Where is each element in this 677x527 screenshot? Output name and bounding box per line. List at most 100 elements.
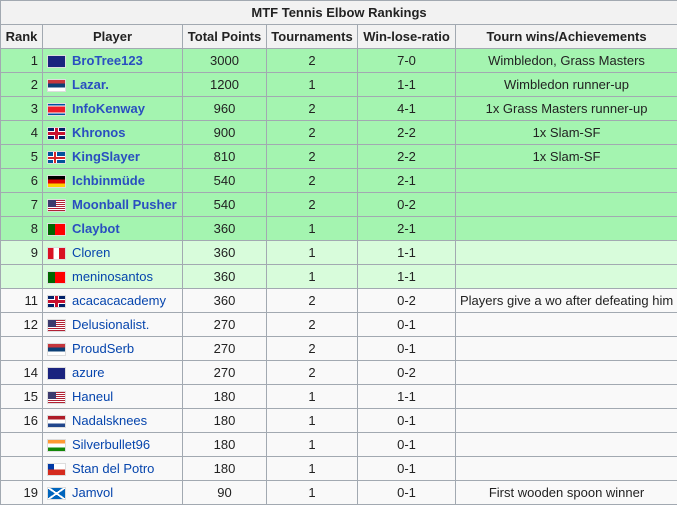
table-row: 15 Haneul 180 1 1-1 — [0, 384, 677, 409]
player-link[interactable]: Silverbullet96 — [72, 437, 150, 452]
player-cell: Stan del Potro — [42, 456, 183, 481]
ratio-cell: 0-2 — [357, 360, 456, 385]
ratio-cell: 0-1 — [357, 432, 456, 457]
rank-cell: 6 — [0, 168, 43, 193]
achievements-cell: 1x Slam-SF — [454, 144, 677, 169]
player-cell: Silverbullet96 — [42, 432, 183, 457]
flag-icon — [47, 295, 66, 309]
achievements-cell — [454, 216, 677, 241]
table-row: 6 Ichbinmüde 540 2 2-1 — [0, 168, 677, 193]
table-row: 12 Delusionalist. 270 2 0-1 — [0, 312, 677, 337]
player-cell: ProudSerb — [42, 336, 183, 361]
player-link[interactable]: Delusionalist. — [72, 317, 149, 332]
achievements-cell — [454, 360, 677, 385]
tournaments-cell: 2 — [266, 360, 358, 385]
points-cell: 180 — [182, 456, 267, 481]
achievements-cell — [454, 432, 677, 457]
player-link[interactable]: InfoKenway — [72, 101, 145, 116]
header-rank: Rank — [0, 24, 43, 49]
flag-icon — [47, 367, 66, 381]
header-ratio: Win-lose-ratio — [357, 24, 456, 49]
player-link[interactable]: Khronos — [72, 125, 125, 140]
table-row: 2 Lazar. 1200 1 1-1 Wimbledon runner-up — [0, 72, 677, 97]
player-link[interactable]: azure — [72, 365, 105, 380]
flag-icon — [47, 127, 66, 141]
flag-icon — [47, 439, 66, 453]
player-link[interactable]: meninosantos — [72, 269, 153, 284]
rank-cell: 12 — [0, 312, 43, 337]
player-cell: Claybot — [42, 216, 183, 241]
points-cell: 90 — [182, 480, 267, 505]
achievements-cell — [454, 264, 677, 289]
ratio-cell: 1-1 — [357, 264, 456, 289]
points-cell: 360 — [182, 288, 267, 313]
tournaments-cell: 1 — [266, 264, 358, 289]
points-cell: 360 — [182, 264, 267, 289]
points-cell: 1200 — [182, 72, 267, 97]
player-link[interactable]: Ichbinmüde — [72, 173, 145, 188]
player-cell: Delusionalist. — [42, 312, 183, 337]
ratio-cell: 0-1 — [357, 312, 456, 337]
achievements-cell — [454, 168, 677, 193]
player-link[interactable]: Claybot — [72, 221, 120, 236]
achievements-cell: First wooden spoon winner — [454, 480, 677, 505]
player-link[interactable]: KingSlayer — [72, 149, 140, 164]
points-cell: 3000 — [182, 48, 267, 73]
flag-icon — [47, 487, 66, 501]
table-row: 8 Claybot 360 1 2-1 — [0, 216, 677, 241]
ratio-cell: 2-1 — [357, 216, 456, 241]
player-cell: acacacacademy — [42, 288, 183, 313]
player-cell: Lazar. — [42, 72, 183, 97]
achievements-cell — [454, 240, 677, 265]
table-row: 19 Jamvol 90 1 0-1 First wooden spoon wi… — [0, 480, 677, 505]
tournaments-cell: 1 — [266, 240, 358, 265]
flag-icon — [47, 391, 66, 405]
ratio-cell: 0-1 — [357, 480, 456, 505]
tournaments-cell: 2 — [266, 144, 358, 169]
ratio-cell: 1-1 — [357, 72, 456, 97]
player-link[interactable]: acacacacademy — [72, 293, 166, 308]
player-cell: BroTree123 — [42, 48, 183, 73]
flag-icon — [47, 247, 66, 261]
player-cell: InfoKenway — [42, 96, 183, 121]
player-link[interactable]: Jamvol — [72, 485, 113, 500]
table-row: 5 KingSlayer 810 2 2-2 1x Slam-SF — [0, 144, 677, 169]
player-cell: meninosantos — [42, 264, 183, 289]
player-cell: Khronos — [42, 120, 183, 145]
player-link[interactable]: Moonball Pusher — [72, 197, 177, 212]
ratio-cell: 1-1 — [357, 240, 456, 265]
achievements-cell: Wimbledon, Grass Masters — [454, 48, 677, 73]
ratio-cell: 0-1 — [357, 336, 456, 361]
table-row: 9 Cloren 360 1 1-1 — [0, 240, 677, 265]
points-cell: 360 — [182, 216, 267, 241]
rank-cell: 4 — [0, 120, 43, 145]
points-cell: 900 — [182, 120, 267, 145]
player-link[interactable]: Stan del Potro — [72, 461, 154, 476]
player-cell: KingSlayer — [42, 144, 183, 169]
points-cell: 180 — [182, 408, 267, 433]
table-row: ProudSerb 270 2 0-1 — [0, 336, 677, 361]
tournaments-cell: 1 — [266, 216, 358, 241]
points-cell: 540 — [182, 192, 267, 217]
ratio-cell: 0-1 — [357, 456, 456, 481]
rank-cell — [0, 456, 43, 481]
player-link[interactable]: ProudSerb — [72, 341, 134, 356]
rank-cell: 11 — [0, 288, 43, 313]
table-row: 16 Nadalsknees 180 1 0-1 — [0, 408, 677, 433]
player-cell: Ichbinmüde — [42, 168, 183, 193]
flag-icon — [47, 271, 66, 285]
player-link[interactable]: BroTree123 — [72, 53, 143, 68]
player-link[interactable]: Nadalsknees — [72, 413, 147, 428]
rank-cell: 7 — [0, 192, 43, 217]
flag-icon — [47, 463, 66, 477]
points-cell: 960 — [182, 96, 267, 121]
header-tournaments: Tournaments — [266, 24, 358, 49]
flag-icon — [47, 223, 66, 237]
player-link[interactable]: Lazar. — [72, 77, 109, 92]
player-link[interactable]: Haneul — [72, 389, 113, 404]
tournaments-cell: 2 — [266, 120, 358, 145]
points-cell: 270 — [182, 312, 267, 337]
points-cell: 180 — [182, 432, 267, 457]
player-cell: Cloren — [42, 240, 183, 265]
player-link[interactable]: Cloren — [72, 245, 110, 260]
